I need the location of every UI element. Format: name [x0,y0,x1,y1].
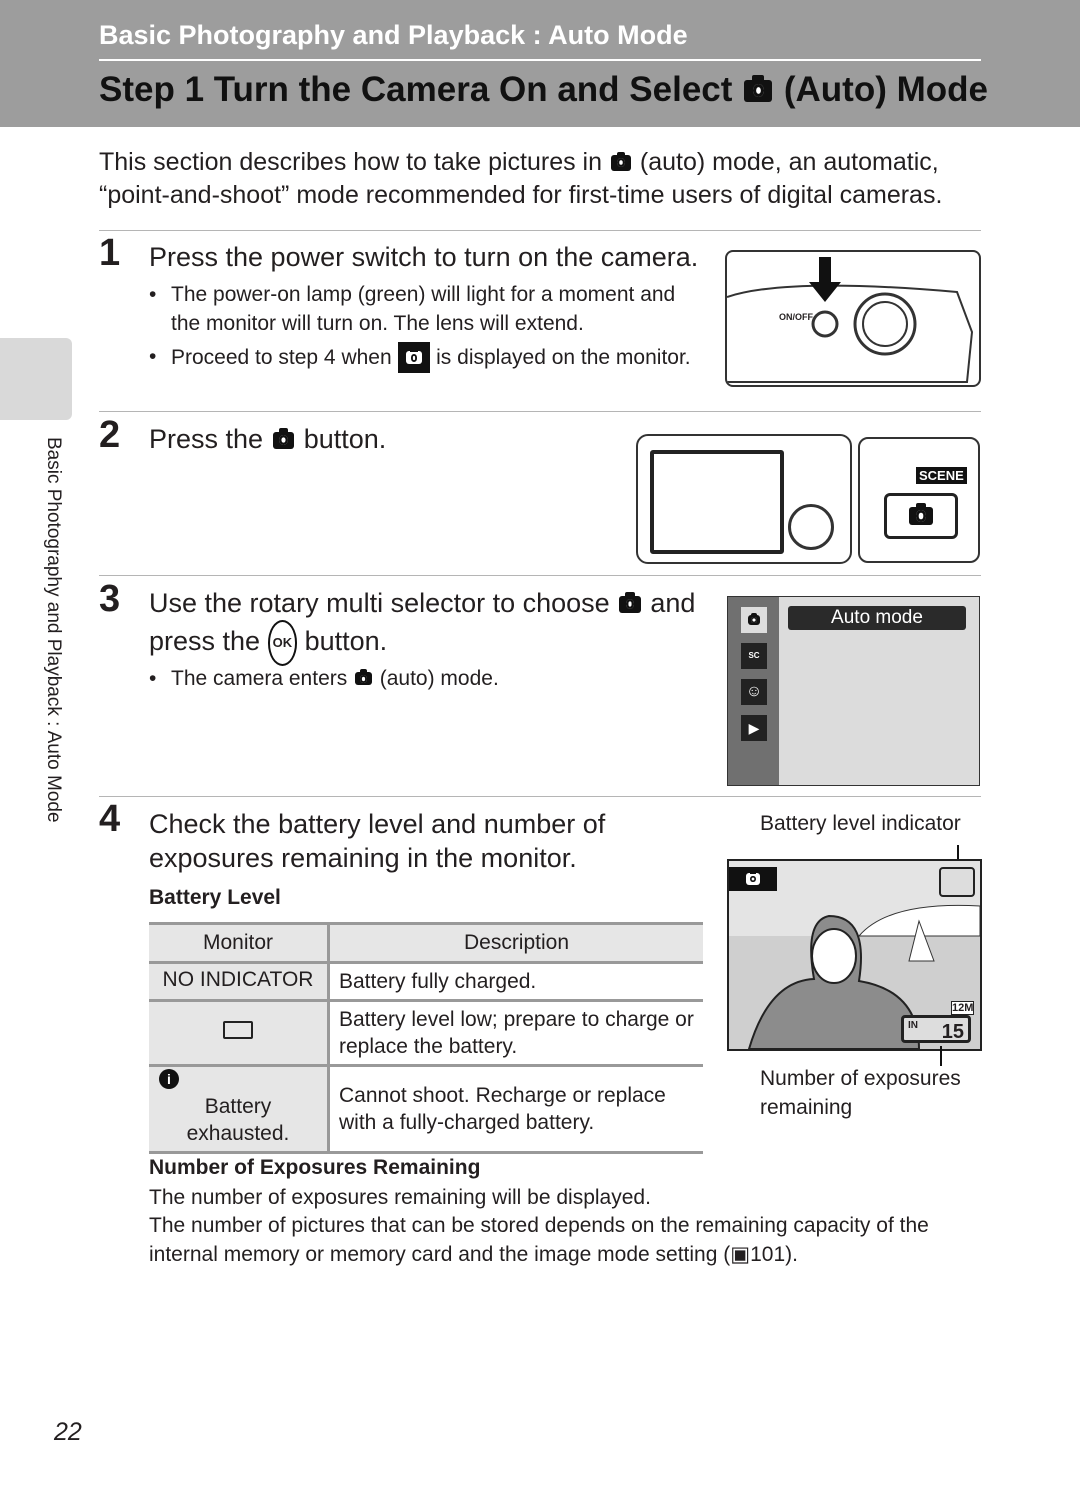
exposures-remaining-counter: IN 15 [901,1015,971,1043]
camera-auto-icon [610,151,631,171]
battery-indicator-callout: Battery level indicator [760,812,961,835]
smart-portrait-icon[interactable]: ☺ [741,679,767,705]
power-switch-label: ON/OFF [779,312,813,322]
multi-selector [788,504,834,550]
divider [99,230,981,231]
camera-auto-icon [272,428,295,449]
page-title: Step 1 Turn the Camera On and Select (Au… [99,70,988,110]
page-number: 22 [54,1418,82,1446]
title-text: Step 1 Turn the Camera On and Select [99,70,733,109]
step-heading: Press the button. [149,424,387,454]
step-number: 4 [99,798,121,840]
battery-indicator-icon [939,867,975,897]
header-divider [99,59,981,61]
bullet: The power-on lamp (green) will light for… [149,280,694,338]
scene-icon[interactable]: SC [741,643,767,669]
image-size-icon: 12M [951,1001,975,1015]
manual-page: Basic Photography and Playback : Auto Mo… [0,0,1080,1486]
exposures-heading: Number of Exposures Remaining [149,1156,481,1179]
step-number: 2 [99,414,121,456]
camera-auto-icon [397,342,431,373]
camera-back-illustration [636,434,852,564]
camera-auto-icon [909,502,933,526]
camera-top-illustration: ON/OFF [725,250,981,387]
callout-line [940,1046,942,1066]
section-title: Basic Photography and Playback : Auto Mo… [99,20,688,50]
step-number: 3 [99,578,121,620]
divider [99,796,981,797]
scene-label: SCENE [916,467,967,484]
battery-level-table: Monitor Description NO INDICATOR Battery f… [149,922,703,1154]
title-text-end: (Auto) Mode [783,70,988,109]
camera-top-drawing [727,257,974,383]
step-heading: Press the power switch to turn on the ca… [149,242,699,272]
column-header: Monitor [149,922,330,964]
movie-icon[interactable]: ▶ [741,715,767,741]
exposures-detail: The number of pictures that can be store… [149,1214,929,1266]
camera-auto-icon [744,75,773,102]
exposures-text: The number of exposures remaining will b… [149,1186,651,1209]
menu-item-auto[interactable] [741,607,767,633]
bullet: Proceed to step 4 when is displayed on t… [149,342,694,373]
camera-auto-icon [745,870,761,885]
camera-auto-icon [619,592,641,613]
intro-paragraph: This section describes how to take pictu… [99,148,943,209]
shooting-mode-menu: SC ☺ ▶ Auto mode [727,596,980,786]
table-row: i Battery exhausted. Cannot shoot. Recharg… [149,1065,703,1154]
camera-auto-icon [355,669,372,686]
chapter-tab-text: Basic Photography and Playback : Auto Mo… [43,437,64,823]
table-row: Battery level low; prepare to charge or … [149,1000,703,1067]
battery-level-heading: Battery Level [149,886,281,909]
menu-selected-label: Auto mode [788,606,966,630]
step-bullets: The power-on lamp (green) will light for… [149,280,694,377]
ok-icon: OK [267,620,298,666]
step-number: 1 [99,232,121,274]
page-reference-link[interactable]: 101 [750,1243,785,1266]
mode-indicator [729,867,777,891]
bullet: The camera enters (auto) mode. [149,664,694,693]
monitor-display-illustration: 12M IN 15 [727,859,982,1051]
warning-icon: i [159,1069,179,1089]
mode-button-closeup: SCENE [858,437,980,563]
table-row: NO INDICATOR Battery fully charged. [149,962,703,1002]
divider [99,411,981,412]
chapter-tab [0,338,72,420]
exposures-callout: Number of exposures remaining [760,1067,961,1119]
mode-button [884,493,958,539]
divider [99,575,981,576]
battery-low-icon [223,1021,253,1039]
step-bullets: The camera enters (auto) mode. [149,664,694,697]
camera-monitor [650,450,784,554]
page-reference-icon: ▣ [730,1243,751,1266]
step-heading: Check the battery level and number of ex… [149,809,606,873]
step-heading: Use the rotary multi selector to choose … [149,586,709,666]
column-header: Description [328,922,703,964]
